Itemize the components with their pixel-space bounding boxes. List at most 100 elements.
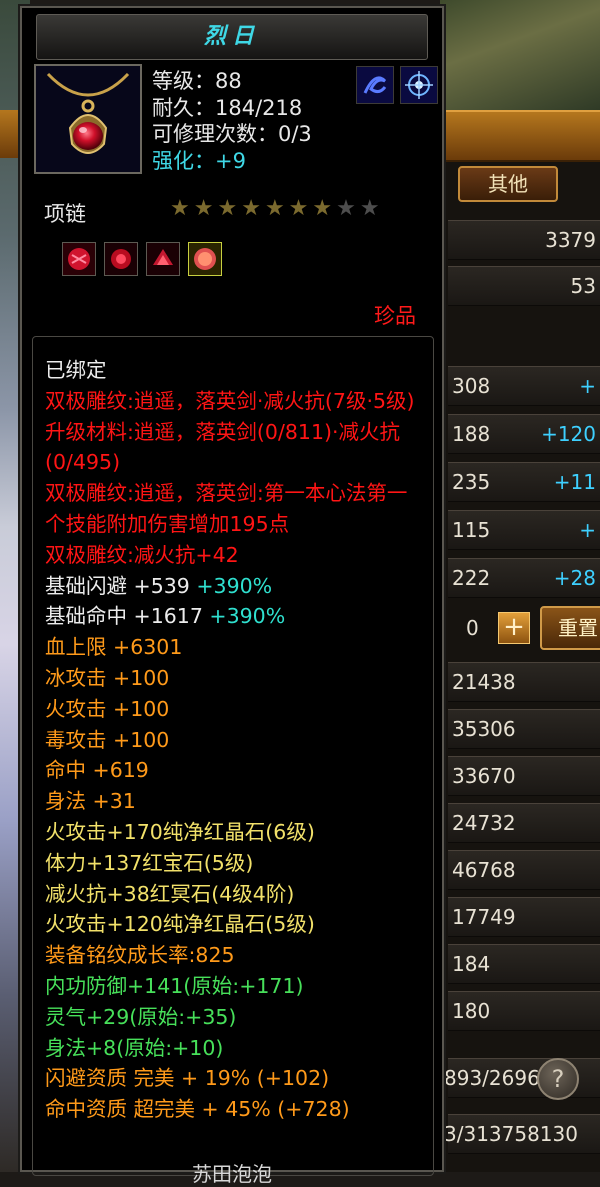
attribute-text: 装备铭纹成长率:825 — [45, 943, 235, 968]
stat-bonus: + — [579, 374, 596, 398]
help-button[interactable]: ? — [537, 1058, 579, 1100]
stat-row: 188 +120 — [448, 414, 600, 454]
star-icon: ★ — [336, 196, 356, 221]
star-icon: ★ — [193, 196, 214, 221]
star-icon: ★ — [217, 196, 238, 221]
attribute-text: 闪避资质 完美 + 19% (+102) — [45, 1066, 330, 1091]
attribute-line: 基础闪避 +539 +390% — [45, 571, 433, 602]
star-icon: ★ — [170, 196, 190, 221]
attribute-text: 火攻击+120纯净红晶石(5级) — [45, 912, 315, 937]
background-scene-top — [440, 0, 600, 110]
attribute-panel: 已绑定 双极雕纹:逍遥，落英剑·减火抗(7级·5级) 升级材料:逍遥，落英剑(0/… — [32, 336, 434, 1176]
attribute-line: 火攻击 +100 — [45, 694, 433, 725]
value-row: 46768 — [448, 850, 600, 890]
attribute-line: 冰攻击 +100 — [45, 663, 433, 694]
attribute-line: 火攻击+120纯净红晶石(5级) — [45, 909, 433, 940]
attribute-line: 血上限 +6301 — [45, 632, 433, 663]
value: 17749 — [452, 905, 516, 929]
sparkle-effect-icon — [400, 66, 438, 104]
star-icon: ★ — [241, 196, 261, 221]
item-tooltip: 烈日 等级：88 耐久：184/218 可修理次数：0/3 强化：+9 项链 ★… — [20, 6, 444, 1186]
attribute-text: 血上限 +6301 — [45, 635, 183, 660]
item-level: 等级：88 — [152, 69, 242, 93]
stat-bonus: + — [579, 518, 596, 542]
stat-value: 222 — [452, 566, 491, 590]
red-gem-socket-icon[interactable] — [62, 242, 96, 276]
item-type: 项链 — [44, 202, 86, 226]
attribute-line: 升级材料:逍遥，落英剑(0/811)·减火抗(0/495) — [45, 417, 425, 479]
star-icon: ★ — [264, 196, 285, 221]
attribute-list: 双极雕纹:逍遥，落英剑·减火抗(7级·5级) 升级材料:逍遥，落英剑(0/811)… — [45, 386, 433, 1125]
attribute-line: 减火抗+38红冥石(4级4阶) — [45, 879, 433, 910]
stat-value: 188 — [452, 422, 491, 446]
attribute-text: 体力+137红宝石(5级) — [45, 850, 254, 875]
item-enhance: 强化：+9 — [152, 148, 246, 173]
value: 180 — [452, 999, 491, 1023]
ruby-socket-icon[interactable] — [104, 242, 138, 276]
swirl-effect-icon — [356, 66, 394, 104]
stat-row: 115 + — [448, 510, 600, 550]
value-row: 17749 — [448, 897, 600, 937]
stat-bonus: +120 — [541, 422, 596, 446]
attribute-text: 减火抗+38红冥石(4级4阶) — [45, 881, 295, 906]
value: 46768 — [452, 858, 516, 882]
attribute-text: 灵气+29(原始:+35) — [45, 1004, 237, 1029]
item-icon-frame — [34, 64, 142, 174]
progress-row: 3/313758130 — [444, 1114, 600, 1154]
attribute-text: 双极雕纹:逍遥，落英剑·减火抗(7级·5级) — [45, 388, 415, 413]
add-point-button[interactable]: + — [498, 612, 530, 644]
green-orb-socket-icon[interactable] — [188, 242, 222, 276]
stat-value: 308 — [452, 374, 491, 398]
item-info: 等级：88 耐久：184/218 可修理次数：0/3 强化：+9 — [152, 68, 312, 174]
attribute-bonus: +390% — [209, 604, 286, 629]
value-row: 24732 — [448, 803, 600, 843]
attribute-line: 身法+8(原始:+10) — [45, 1033, 433, 1064]
stat-row: 53 — [448, 266, 600, 306]
tab-other[interactable]: 其他 — [458, 166, 558, 202]
progress-text: 893/2696 — [444, 1066, 540, 1090]
stat-value: 3379 — [545, 228, 596, 252]
attribute-line: 身法 +31 — [45, 786, 433, 817]
attribute-line: 闪避资质 完美 + 19% (+102) — [45, 1063, 433, 1094]
attribute-line: 双极雕纹:逍遥，落英剑·减火抗(7级·5级) — [45, 386, 425, 417]
point-count: 0 — [466, 616, 479, 640]
attribute-text: 命中 +619 — [45, 758, 149, 783]
reset-button[interactable]: 重置 — [540, 606, 600, 650]
attribute-line: 灵气+29(原始:+35) — [45, 1002, 433, 1033]
attribute-line: 命中资质 超完美 + 45% (+728) — [45, 1094, 433, 1125]
footer-text: 苏田泡泡 — [192, 1162, 272, 1186]
stat-bonus: +11 — [553, 470, 596, 494]
attribute-text: 升级材料:逍遥，落英剑(0/811)·减火抗(0/495) — [45, 419, 400, 475]
stat-row: 222 +28 — [448, 558, 600, 598]
item-quality: 珍品 — [374, 304, 416, 328]
attribute-text: 内功防御+141(原始:+171) — [45, 973, 304, 998]
stat-value: 235 — [452, 470, 491, 494]
attribute-text: 双极雕纹:减火抗+42 — [45, 542, 239, 567]
stat-value: 53 — [570, 274, 596, 298]
attribute-line: 基础命中 +1617 +390% — [45, 601, 433, 632]
value-row: 35306 — [448, 709, 600, 749]
crimson-stone-socket-icon[interactable] — [146, 242, 180, 276]
attribute-text: 身法+8(原始:+10) — [45, 1035, 224, 1060]
value: 33670 — [452, 764, 516, 788]
attribute-text: 命中资质 超完美 + 45% (+728) — [45, 1097, 350, 1122]
attribute-text: 双极雕纹:逍遥，落英剑:第一本心法第一个技能附加伤害增加195点 — [45, 481, 408, 536]
attribute-text: 火攻击 +100 — [45, 696, 170, 721]
attribute-text: 毒攻击 +100 — [45, 727, 170, 752]
value: 35306 — [452, 717, 516, 741]
stat-row: 3379 — [448, 220, 600, 260]
attribute-text: 基础命中 +1617 — [45, 604, 210, 629]
stat-value: 115 — [452, 518, 491, 542]
value: 21438 — [452, 670, 516, 694]
effect-icons — [356, 66, 438, 104]
stat-bonus: +28 — [553, 566, 596, 590]
item-title: 烈日 — [36, 14, 428, 60]
stat-row: 308 + — [448, 366, 600, 406]
attribute-line: 毒攻击 +100 — [45, 725, 433, 756]
attribute-text: 火攻击+170纯净红晶石(6级) — [45, 819, 315, 844]
attribute-line: 内功防御+141(原始:+171) — [45, 971, 433, 1002]
value-row: 180 — [448, 991, 600, 1031]
star-icon: ★ — [312, 196, 333, 221]
star-icon: ★ — [288, 196, 309, 221]
value: 184 — [452, 952, 491, 976]
